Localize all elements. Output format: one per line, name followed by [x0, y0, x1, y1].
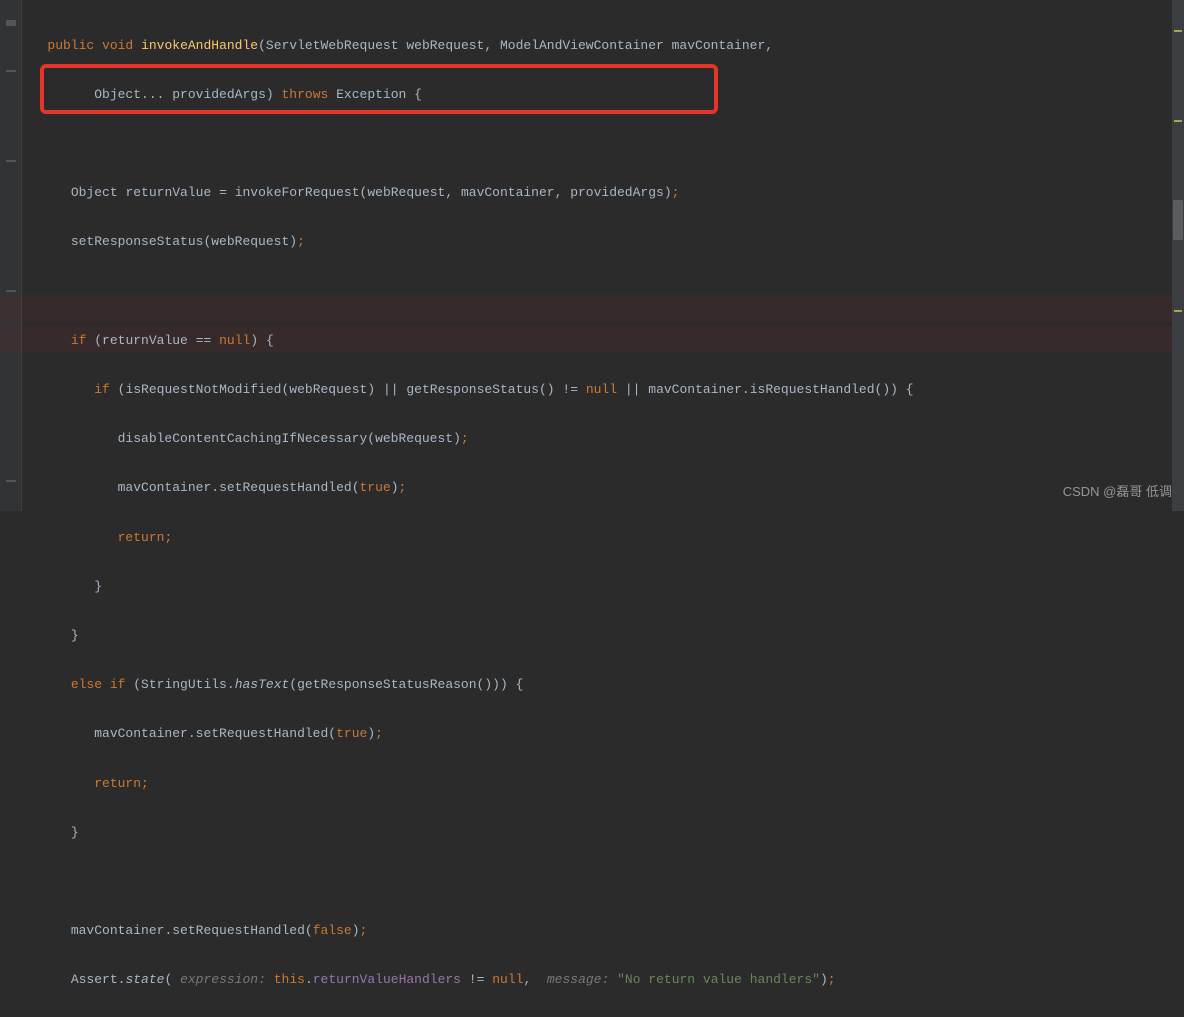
code-line[interactable] [24, 870, 1182, 895]
code-line[interactable]: public void invokeAndHandle(ServletWebRe… [24, 34, 1182, 59]
code-line[interactable]: if (isRequestNotModified(webRequest) || … [24, 378, 1182, 403]
code-line[interactable]: return; [24, 772, 1182, 797]
code-line[interactable]: } [24, 624, 1182, 649]
code-line[interactable]: } [24, 575, 1182, 600]
code-line[interactable]: mavContainer.setRequestHandled(true); [24, 476, 1182, 501]
code-line[interactable]: setResponseStatus(webRequest); [24, 230, 1182, 255]
code-line[interactable]: Object... providedArgs) throws Exception… [24, 83, 1182, 108]
code-line[interactable] [24, 280, 1182, 305]
scrollbar-mark [1174, 310, 1182, 312]
scrollbar-vertical[interactable] [1172, 0, 1184, 511]
code-line[interactable] [24, 132, 1182, 157]
code-line[interactable]: else if (StringUtils.hasText(getResponse… [24, 673, 1182, 698]
scroll-thumb[interactable] [1173, 200, 1183, 240]
editor-gutter [0, 0, 22, 511]
scrollbar-mark [1174, 30, 1182, 32]
code-line[interactable]: if (returnValue == null) { [24, 329, 1182, 354]
code-line[interactable]: Object returnValue = invokeForRequest(we… [24, 181, 1182, 206]
code-line[interactable]: Assert.state( expression: this.returnVal… [24, 968, 1182, 993]
code-line[interactable]: return; [24, 526, 1182, 551]
watermark: CSDN @磊哥 低调 [1063, 480, 1172, 505]
code-line[interactable]: mavContainer.setRequestHandled(true); [24, 722, 1182, 747]
code-line[interactable]: } [24, 821, 1182, 846]
code-line[interactable]: disableContentCachingIfNecessary(webRequ… [24, 427, 1182, 452]
scrollbar-mark [1174, 120, 1182, 122]
code-editor[interactable]: public void invokeAndHandle(ServletWebRe… [24, 9, 1182, 1017]
code-line[interactable]: mavContainer.setRequestHandled(false); [24, 919, 1182, 944]
